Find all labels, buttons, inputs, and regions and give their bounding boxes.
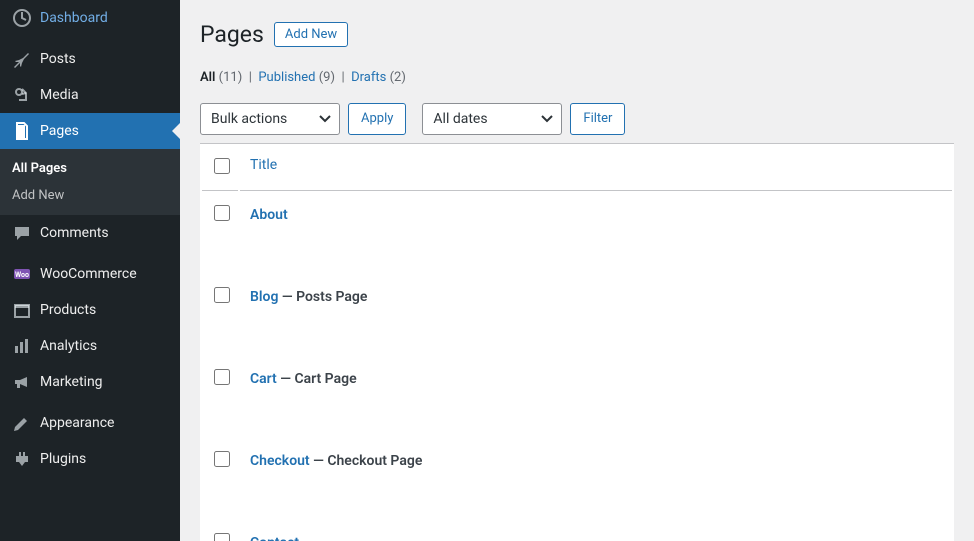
sidebar-item-label: WooCommerce — [40, 266, 137, 282]
page-state: — Cart Page — [277, 371, 357, 387]
sidebar-item-label: Marketing — [40, 374, 103, 390]
column-title-header[interactable]: Title — [250, 157, 277, 173]
page-title-link[interactable]: Blog — [250, 289, 278, 305]
plugins-icon — [12, 449, 32, 469]
row-checkbox[interactable] — [214, 369, 230, 385]
sidebar-item-woocommerce[interactable]: Woo WooCommerce — [0, 256, 180, 292]
sidebar-item-comments[interactable]: Comments — [0, 215, 180, 251]
add-new-button[interactable]: Add New — [274, 22, 348, 47]
submenu-add-new[interactable]: Add New — [0, 182, 180, 209]
pages-table: Title AboutBlog — Posts PageCart — Cart … — [200, 143, 954, 541]
filter-drafts[interactable]: Drafts — [351, 70, 386, 85]
sidebar-item-dashboard[interactable]: Dashboard — [0, 0, 180, 36]
table-row: About — [202, 193, 952, 273]
filter-drafts-count: (2) — [390, 70, 406, 85]
submenu-all-pages[interactable]: All Pages — [0, 155, 180, 182]
sidebar-item-posts[interactable]: Posts — [0, 41, 180, 77]
woo-icon: Woo — [12, 264, 32, 284]
filter-all[interactable]: All — [200, 70, 215, 85]
dashboard-icon — [12, 8, 32, 28]
filter-all-count: (11) — [219, 70, 243, 85]
sidebar-item-plugins[interactable]: Plugins — [0, 441, 180, 477]
sidebar-item-label: Analytics — [40, 338, 97, 354]
table-row: Checkout — Checkout Page — [202, 439, 952, 519]
page-title: Pages — [200, 20, 264, 50]
apply-button[interactable]: Apply — [348, 103, 406, 135]
media-icon — [12, 85, 32, 105]
admin-sidebar: Dashboard Posts Media Pages All Pages Ad… — [0, 0, 180, 541]
bulk-actions-select[interactable]: Bulk actions — [200, 103, 340, 135]
sidebar-item-media[interactable]: Media — [0, 77, 180, 113]
appearance-icon — [12, 413, 32, 433]
megaphone-icon — [12, 372, 32, 392]
table-row: Cart — Cart Page — [202, 357, 952, 437]
svg-text:Woo: Woo — [15, 271, 29, 279]
filter-published-count: (9) — [319, 70, 335, 85]
page-title-link[interactable]: Cart — [250, 371, 277, 387]
sidebar-item-label: Media — [40, 87, 79, 103]
table-row: Contact — [202, 521, 952, 541]
main-content: Pages Add New All (11) | Published (9) |… — [180, 0, 974, 541]
row-checkbox[interactable] — [214, 287, 230, 303]
sidebar-item-label: Comments — [40, 225, 109, 241]
status-filter-links: All (11) | Published (9) | Drafts (2) — [200, 70, 954, 103]
page-state: — Posts Page — [278, 289, 367, 305]
sidebar-item-label: Plugins — [40, 451, 86, 467]
table-row: Blog — Posts Page — [202, 275, 952, 355]
sidebar-item-products[interactable]: Products — [0, 292, 180, 328]
filter-published[interactable]: Published — [258, 70, 315, 85]
sidebar-item-label: Dashboard — [40, 10, 108, 26]
date-filter-select[interactable]: All dates — [422, 103, 562, 135]
tablenav-top: Bulk actions Apply All dates Filter — [200, 103, 954, 143]
sidebar-item-label: Pages — [40, 123, 79, 139]
pushpin-icon — [12, 49, 32, 69]
comments-icon — [12, 223, 32, 243]
select-all-checkbox[interactable] — [214, 158, 230, 174]
sidebar-item-appearance[interactable]: Appearance — [0, 405, 180, 441]
heading-row: Pages Add New — [200, 10, 954, 70]
sidebar-submenu: All Pages Add New — [0, 149, 180, 215]
filter-button[interactable]: Filter — [570, 103, 625, 135]
sidebar-item-analytics[interactable]: Analytics — [0, 328, 180, 364]
page-title-link[interactable]: Checkout — [250, 453, 310, 469]
sidebar-item-marketing[interactable]: Marketing — [0, 364, 180, 400]
sidebar-item-pages[interactable]: Pages — [0, 113, 180, 149]
products-icon — [12, 300, 32, 320]
row-checkbox[interactable] — [214, 451, 230, 467]
pages-icon — [12, 121, 32, 141]
sidebar-item-label: Posts — [40, 51, 76, 67]
page-state: — Checkout Page — [310, 453, 423, 469]
analytics-icon — [12, 336, 32, 356]
sidebar-item-label: Products — [40, 302, 96, 318]
row-checkbox[interactable] — [214, 533, 230, 541]
page-title-link[interactable]: About — [250, 207, 288, 223]
sidebar-item-label: Appearance — [40, 415, 114, 431]
row-checkbox[interactable] — [214, 205, 230, 221]
page-title-link[interactable]: Contact — [250, 535, 299, 541]
